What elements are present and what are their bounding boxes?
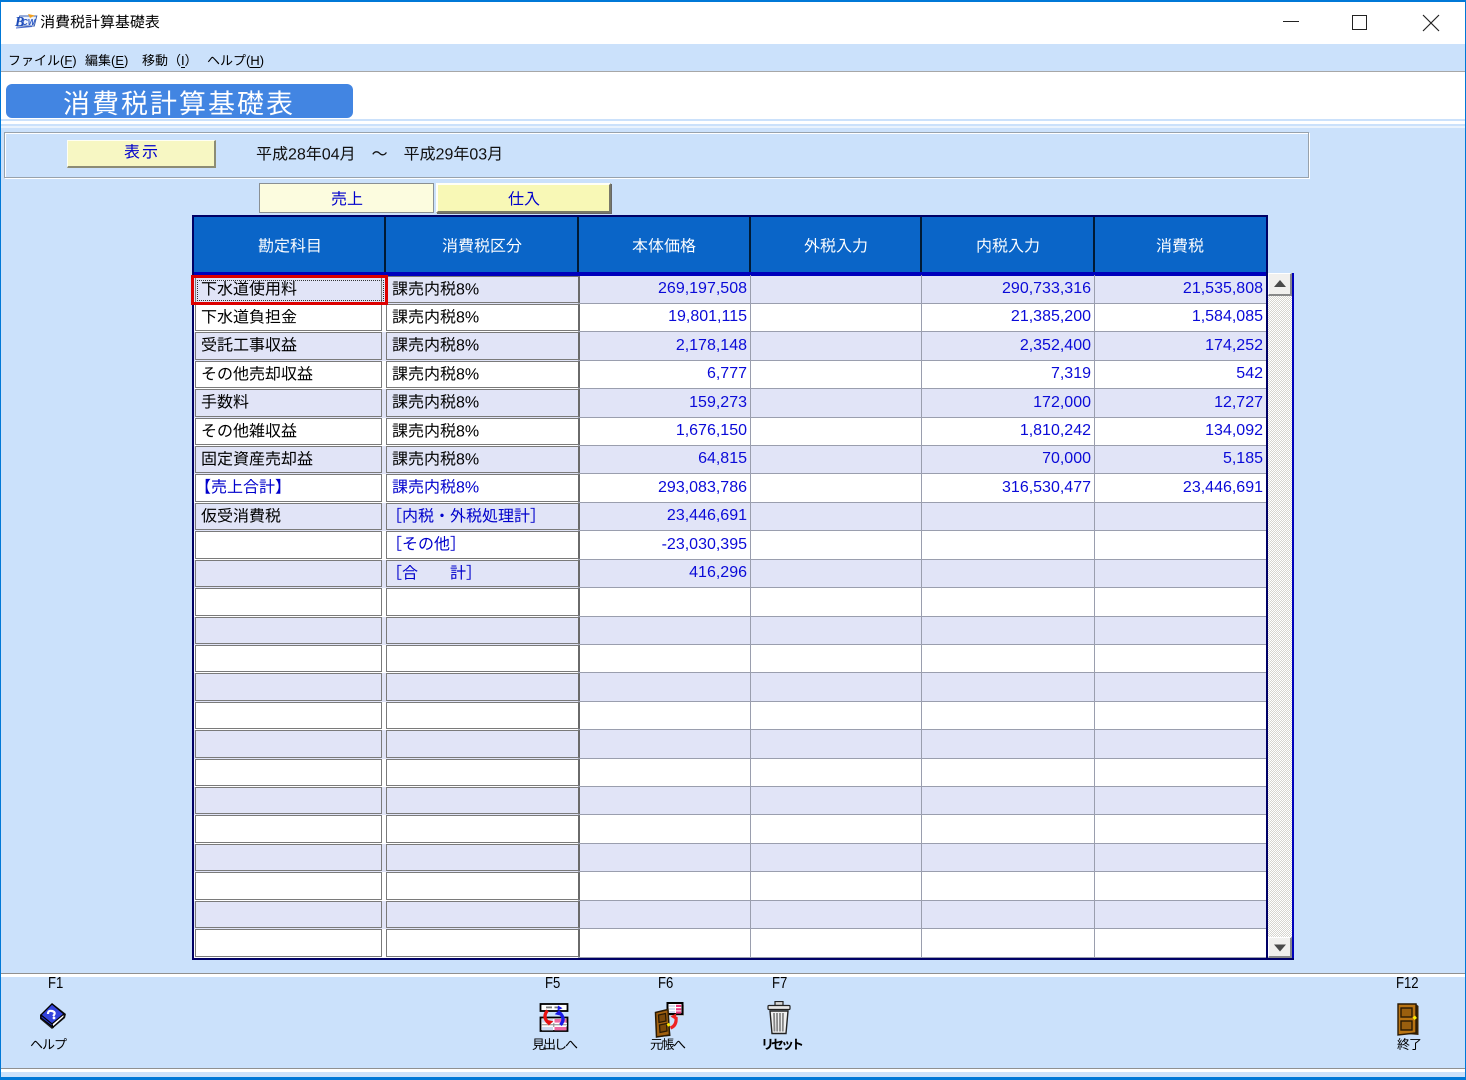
svg-text:CW: CW (22, 18, 37, 27)
